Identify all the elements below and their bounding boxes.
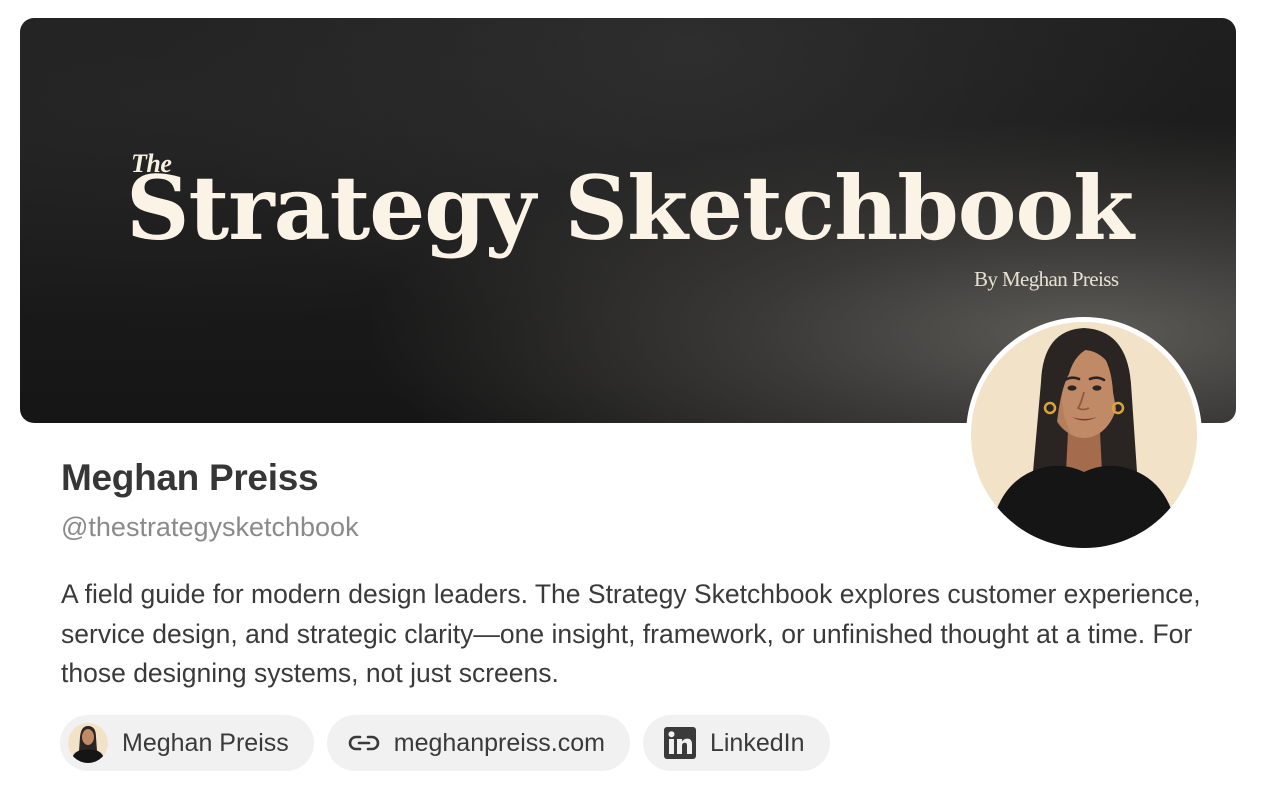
avatar-illustration [971,322,1197,548]
link-chip-label: meghanpreiss.com [393,728,605,757]
banner-byline: By Meghan Preiss [974,267,1119,291]
linkedin-icon [663,727,696,759]
profile-page: The Strategy Sketchbook By Meghan Preiss [0,0,1268,790]
profile-bio: A field guide for modern design leaders.… [61,579,1201,688]
link-chip-linkedin[interactable]: LinkedIn [642,715,830,771]
link-chip-label: Meghan Preiss [122,728,289,757]
profile-avatar[interactable] [966,317,1202,553]
profile-links: Meghan Preiss meghanpreiss.com LinkedIn [60,715,830,771]
profile-name: Meghan Preiss [61,457,319,498]
link-chip-profile[interactable]: Meghan Preiss [60,715,314,771]
profile-handle: @thestrategysketchbook [61,512,359,542]
avatar [68,723,108,763]
banner-title: Strategy Sketchbook [126,156,1134,260]
link-chip-website[interactable]: meghanpreiss.com [326,715,630,771]
link-chip-label: LinkedIn [709,728,805,757]
link-icon [348,733,380,753]
